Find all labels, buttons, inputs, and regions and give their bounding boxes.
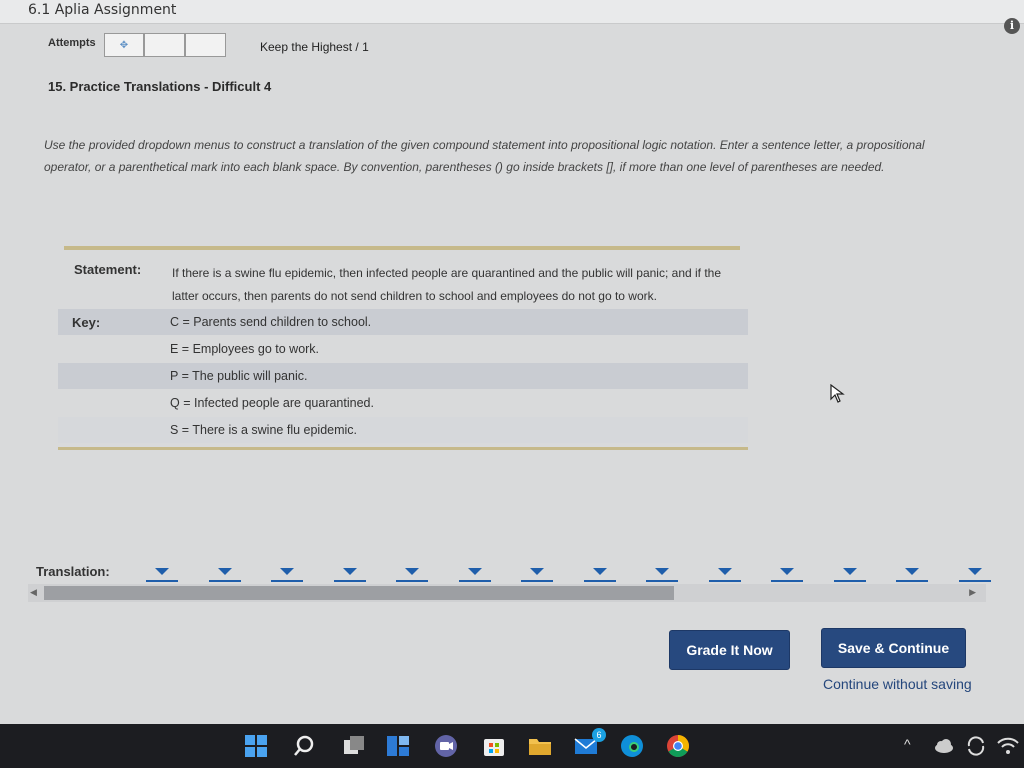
key-item: C = Parents send children to school. <box>170 315 372 329</box>
store-icon[interactable] <box>482 734 506 758</box>
dropdown-arrow-icon <box>467 568 482 575</box>
info-icon[interactable]: i <box>1004 18 1020 34</box>
horizontal-scrollbar[interactable]: ◀ ▶ <box>28 584 986 602</box>
file-explorer-icon[interactable] <box>528 734 552 758</box>
dropdown-arrow-icon <box>217 568 232 575</box>
mail-icon[interactable]: 6 <box>574 728 606 758</box>
question-title: 15. Practice Translations - Difficult 4 <box>48 79 272 94</box>
key-item: S = There is a swine flu epidemic. <box>170 423 358 437</box>
translation-dropdown-14[interactable] <box>958 562 991 582</box>
continue-without-saving-link[interactable]: Continue without saving <box>823 676 972 692</box>
attempt-indicator-3 <box>185 33 226 57</box>
translation-dropdown-4[interactable] <box>333 562 366 582</box>
instructions: Use the provided dropdown menus to const… <box>44 138 925 174</box>
dropdown-arrow-icon <box>967 568 982 575</box>
statement-label: Statement: <box>74 262 142 277</box>
dropdown-arrow-icon <box>342 568 357 575</box>
attempts-label: Attempts <box>48 37 96 49</box>
key-row: S = There is a swine flu epidemic. <box>58 417 748 443</box>
key-item: P = The public will panic. <box>170 369 308 383</box>
translation-dropdown-13[interactable] <box>896 562 928 582</box>
grade-it-now-button[interactable]: Grade It Now <box>669 630 790 670</box>
statement-text: If there is a swine flu epidemic, then i… <box>172 266 722 303</box>
dropdown-arrow-icon <box>155 568 169 575</box>
sync-icon[interactable] <box>964 734 988 758</box>
statement-row: Statement: If there is a swine flu epide… <box>58 262 748 308</box>
loading-spinner-icon: ✥ <box>119 39 129 51</box>
translation-dropdown-11[interactable] <box>771 562 803 582</box>
translation-dropdown-7[interactable] <box>521 562 553 582</box>
scroll-right-icon[interactable]: ▶ <box>969 587 976 598</box>
windows-start-icon[interactable] <box>244 734 268 758</box>
onedrive-cloud-icon[interactable] <box>932 734 956 758</box>
translation-dropdowns <box>146 562 991 584</box>
mail-badge: 6 <box>592 728 606 742</box>
app-title: 6.1 Aplia Assignment <box>28 2 177 18</box>
widgets-icon[interactable] <box>386 734 410 758</box>
attempt-indicator-2 <box>144 33 185 57</box>
key-row: E = Employees go to work. <box>58 336 748 362</box>
dropdown-arrow-icon <box>842 568 857 575</box>
translation-dropdown-2[interactable] <box>208 562 241 582</box>
search-icon[interactable] <box>292 734 316 758</box>
translation-dropdown-10[interactable] <box>708 562 741 582</box>
chrome-browser-icon[interactable] <box>666 734 690 758</box>
key-item: Q = Infected people are quarantined. <box>170 396 374 410</box>
key-row: P = The public will panic. <box>58 363 748 389</box>
show-hidden-icons-chevron-icon[interactable]: ^ <box>904 736 911 752</box>
taskbar: 6 ^ <box>0 724 1024 768</box>
edge-browser-icon[interactable] <box>620 734 644 758</box>
scrollbar-thumb[interactable] <box>44 586 674 600</box>
scroll-left-icon[interactable]: ◀ <box>30 587 37 598</box>
dropdown-arrow-icon <box>405 568 419 575</box>
translation-dropdown-9[interactable] <box>646 562 678 582</box>
attempts-boxes: ✥ <box>104 33 226 57</box>
key-row: Key: C = Parents send children to school… <box>58 309 748 335</box>
translation-dropdown-3[interactable] <box>271 562 303 582</box>
dropdown-arrow-icon <box>905 568 919 575</box>
dropdown-arrow-icon <box>717 568 732 575</box>
dropdown-arrow-icon <box>280 568 294 575</box>
divider-top <box>64 246 740 250</box>
grading-policy: Keep the Highest / 1 <box>260 40 369 54</box>
dropdown-arrow-icon <box>655 568 669 575</box>
divider-bottom <box>58 447 748 450</box>
dropdown-arrow-icon <box>530 568 544 575</box>
dropdown-arrow-icon <box>780 568 794 575</box>
teams-chat-icon[interactable] <box>434 734 458 758</box>
key-item: E = Employees go to work. <box>170 342 320 356</box>
key-row: Q = Infected people are quarantined. <box>58 390 748 416</box>
attempt-indicator-1: ✥ <box>104 33 144 57</box>
statement-panel: Statement: If there is a swine flu epide… <box>58 246 748 450</box>
header-bar: 6.1 Aplia Assignment <box>0 0 1024 24</box>
translation-label: Translation: <box>36 564 110 579</box>
translation-dropdown-6[interactable] <box>458 562 491 582</box>
translation-dropdown-1[interactable] <box>146 562 178 582</box>
task-view-icon[interactable] <box>342 734 366 758</box>
translation-dropdown-5[interactable] <box>396 562 428 582</box>
mouse-cursor-icon <box>830 384 845 403</box>
translation-dropdown-8[interactable] <box>583 562 616 582</box>
translation-dropdown-12[interactable] <box>833 562 866 582</box>
dropdown-arrow-icon <box>592 568 607 575</box>
wifi-icon[interactable] <box>996 734 1020 758</box>
save-continue-button[interactable]: Save & Continue <box>821 628 966 668</box>
key-label: Key: <box>72 314 101 330</box>
